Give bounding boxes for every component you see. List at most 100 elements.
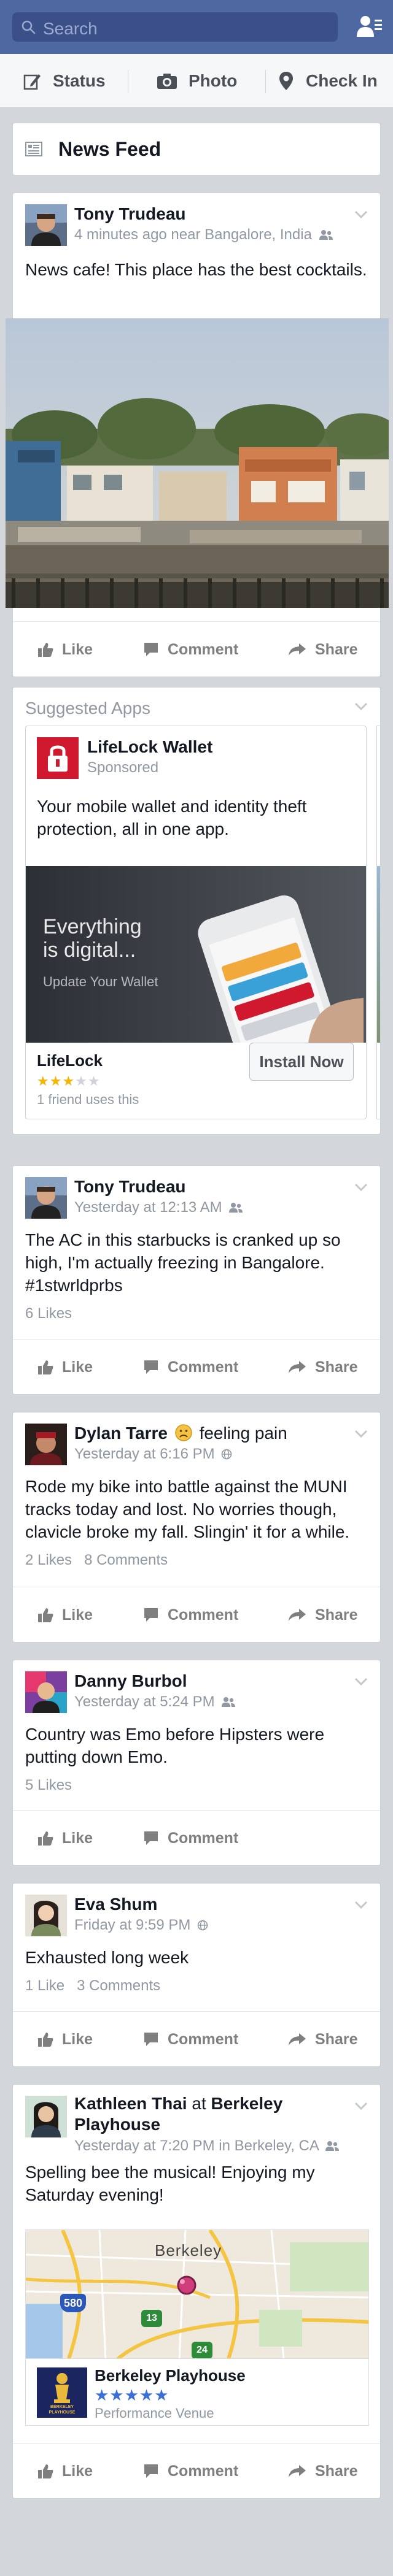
comment-icon (144, 2464, 158, 2478)
feed-post: Danny Burbol Yesterday at 5:24 PM Countr… (12, 1660, 381, 1866)
news-feed-icon (25, 142, 42, 156)
highway-shield: 24 (192, 2342, 212, 2358)
section-label: Suggested Apps (25, 699, 150, 718)
chevron-down-icon[interactable] (354, 702, 368, 711)
comment-button[interactable]: Comment (143, 2444, 238, 2499)
author-link[interactable]: Kathleen Thai (74, 2094, 187, 2113)
chevron-down-icon[interactable] (354, 1677, 368, 1686)
comment-button[interactable]: Comment (143, 2012, 238, 2067)
avatar[interactable] (25, 1895, 67, 1936)
share-button[interactable]: Share (288, 2444, 357, 2499)
comment-label: Comment (168, 2030, 239, 2048)
comment-count[interactable]: 8 Comments (84, 1552, 168, 1568)
like-button[interactable]: Like (37, 1587, 93, 1643)
friends-privacy-icon (319, 230, 333, 240)
share-button[interactable]: Share (288, 622, 357, 677)
comment-button[interactable]: Comment (143, 1587, 238, 1643)
thumbs-up-icon (38, 2464, 53, 2478)
thumbs-up-icon (38, 1360, 53, 1374)
app-ad-card[interactable]: LifeLock Wallet Sponsored Your mobile wa… (25, 726, 367, 1119)
app-promo-image[interactable]: Everything is digital... Update Your Wal… (26, 866, 366, 1043)
avatar[interactable] (25, 2096, 67, 2137)
comment-button[interactable]: Comment (143, 622, 238, 677)
chevron-down-icon[interactable] (354, 1183, 368, 1192)
feed-post: Tony Trudeau Yesterday at 12:13 AM The A… (12, 1165, 381, 1395)
post-actions: Like Comment Share (13, 2011, 380, 2066)
pencil-icon (23, 74, 41, 90)
share-button[interactable]: Share (288, 2012, 357, 2067)
place-name[interactable]: Berkeley Playhouse (95, 2366, 246, 2385)
like-button[interactable]: Like (37, 2012, 93, 2067)
chevron-down-icon[interactable] (354, 2102, 368, 2110)
photo-label: Photo (189, 71, 238, 90)
post-photo[interactable] (6, 318, 389, 608)
chevron-down-icon[interactable] (354, 1430, 368, 1438)
like-count[interactable]: 5 Likes (13, 1777, 380, 1794)
thumbs-up-icon (38, 1831, 53, 1846)
app-brand: LifeLock (37, 1051, 103, 1070)
comment-icon (144, 1831, 158, 1845)
promo-subline: Update Your Wallet (43, 974, 158, 989)
map-preview[interactable]: Berkeley 580 13 24 (25, 2229, 369, 2358)
status-button[interactable]: Status (23, 54, 106, 108)
friends-privacy-icon (222, 1697, 236, 1707)
share-button[interactable]: Share (288, 1340, 357, 1395)
like-label: Like (62, 1606, 93, 1623)
photo-button[interactable]: Photo (157, 54, 237, 108)
sponsored-label: Sponsored (87, 759, 159, 776)
author-name: Kathleen Thai at Berkeley Playhouse (74, 2093, 332, 2135)
phone-illustration (198, 895, 364, 1043)
author-name[interactable]: Eva Shum (74, 1895, 157, 1914)
feed-post: Kathleen Thai at Berkeley Playhouse Yest… (12, 2084, 381, 2499)
post-meta: Yesterday at 12:13 AM (74, 1199, 243, 1216)
next-app-card[interactable]: S e H H ★ (376, 726, 380, 1119)
feed-post: Eva Shum Friday at 9:59 PM Exhausted lon… (12, 1883, 381, 2067)
top-bar: Search (0, 0, 393, 54)
like-count[interactable]: 2 Likes (25, 1552, 72, 1568)
post-counts: 1 Like 3 Comments (13, 1977, 380, 1995)
comment-icon (144, 643, 158, 656)
like-button[interactable]: Like (37, 622, 93, 677)
friend-requests-icon[interactable] (355, 13, 383, 40)
camera-icon (157, 74, 177, 89)
like-button[interactable]: Like (37, 1811, 93, 1866)
avatar[interactable] (25, 1424, 67, 1465)
install-now-button[interactable]: Install Now (249, 1043, 354, 1081)
page-title: News Feed (58, 137, 161, 160)
trophy-logo-icon (54, 2373, 70, 2403)
like-button[interactable]: Like (37, 2444, 93, 2499)
comment-count[interactable]: 3 Comments (77, 1977, 160, 1994)
chevron-down-icon[interactable] (354, 1901, 368, 1909)
post-text: Country was Emo before Hipsters were put… (25, 1725, 325, 1766)
interstate-shield: 580 (60, 2294, 86, 2312)
post-timestamp: Yesterday at 7:20 PM in Berkeley, CA (74, 2137, 319, 2154)
share-button[interactable]: Share (288, 1587, 357, 1643)
author-name[interactable]: Tony Trudeau (74, 1177, 186, 1197)
like-count[interactable]: 1 Like (25, 1977, 64, 1994)
post-timestamp: Friday at 9:59 PM (74, 1917, 191, 1933)
like-count[interactable]: 6 Likes (13, 1305, 380, 1322)
comment-button[interactable]: Comment (143, 1340, 238, 1395)
friends-privacy-icon (229, 1203, 243, 1213)
comment-button[interactable]: Comment (143, 1811, 238, 1866)
news-feed-header: News Feed (12, 123, 381, 175)
search-input[interactable]: Search (12, 12, 338, 42)
like-button[interactable]: Like (37, 1340, 93, 1395)
app-name[interactable]: LifeLock Wallet (87, 737, 212, 757)
like-label: Like (62, 640, 93, 658)
share-icon (289, 2033, 306, 2045)
promo-headline-2: is digital... (43, 938, 136, 962)
lock-icon (48, 745, 68, 772)
comment-icon (144, 2033, 158, 2046)
author-link[interactable]: Dylan Tarre (74, 1424, 168, 1443)
thumbs-up-icon (38, 2033, 53, 2047)
author-name[interactable]: Tony Trudeau (74, 204, 186, 224)
avatar[interactable] (25, 1671, 67, 1713)
avatar[interactable] (25, 1177, 67, 1219)
chevron-down-icon[interactable] (354, 210, 368, 219)
checkin-button[interactable]: Check In (278, 54, 378, 108)
author-name[interactable]: Danny Burbol (74, 1671, 187, 1691)
post-meta: Yesterday at 6:16 PM (74, 1446, 232, 1463)
avatar[interactable] (25, 204, 67, 246)
place-card[interactable]: BERKELEY PLAYHOUSE Berkeley Playhouse ★★… (25, 2358, 369, 2426)
